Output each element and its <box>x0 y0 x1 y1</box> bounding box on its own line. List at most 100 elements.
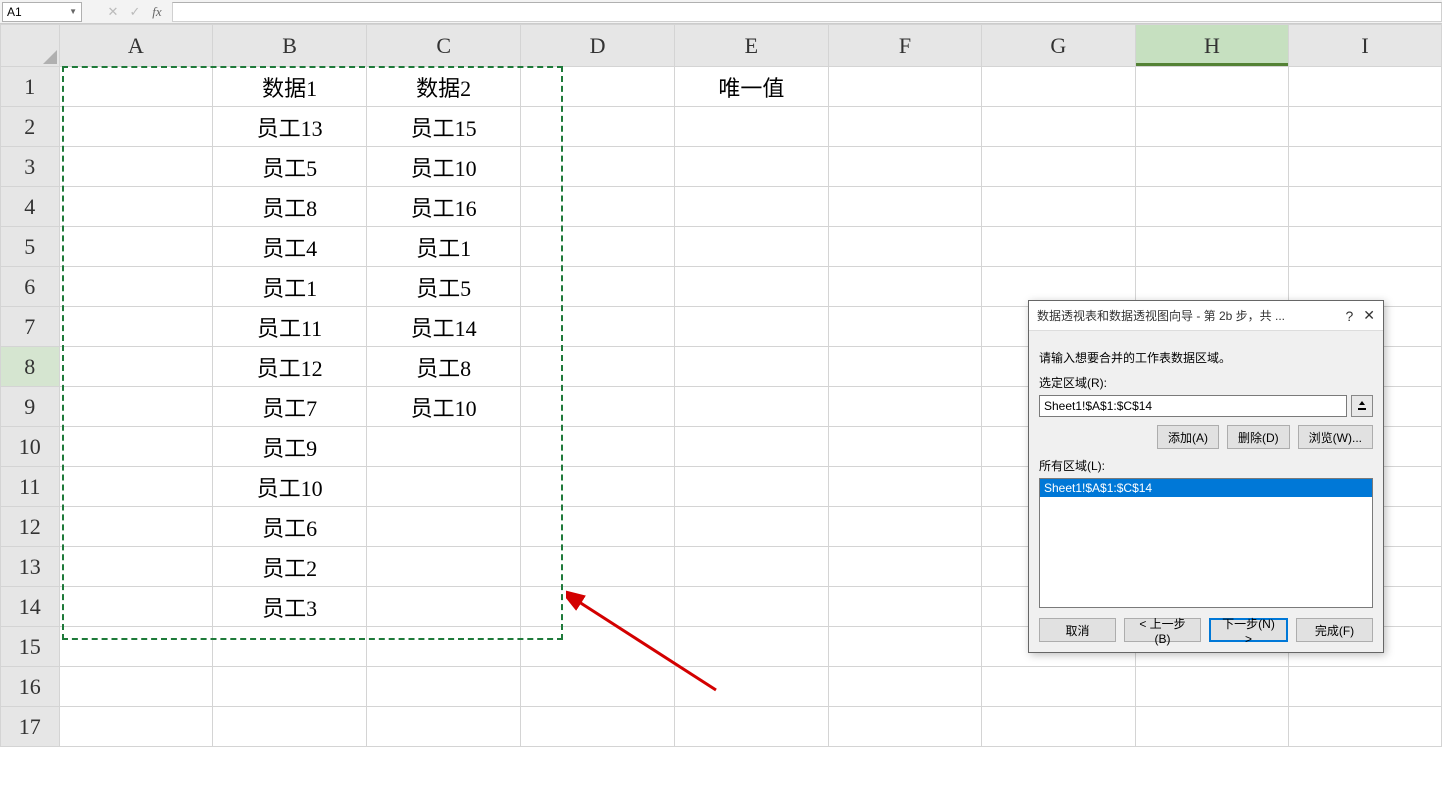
cell-F1[interactable] <box>828 67 981 107</box>
cell-D14[interactable] <box>521 587 675 627</box>
row-header-8[interactable]: 8 <box>1 347 60 387</box>
column-header-I[interactable]: I <box>1289 25 1442 67</box>
cell-H3[interactable] <box>1135 147 1289 187</box>
row-header-14[interactable]: 14 <box>1 587 60 627</box>
row-header-1[interactable]: 1 <box>1 67 60 107</box>
cell-D15[interactable] <box>521 627 675 667</box>
cell-A12[interactable] <box>59 507 213 547</box>
name-box-dropdown-icon[interactable]: ▼ <box>69 7 77 16</box>
cell-F17[interactable] <box>828 707 981 747</box>
cell-F5[interactable] <box>828 227 981 267</box>
cell-E6[interactable] <box>674 267 828 307</box>
row-header-5[interactable]: 5 <box>1 227 60 267</box>
cell-I17[interactable] <box>1289 707 1442 747</box>
cell-B3[interactable]: 员工5 <box>213 147 367 187</box>
cell-F10[interactable] <box>828 427 981 467</box>
collapse-dialog-icon[interactable] <box>1351 395 1373 417</box>
cell-C17[interactable] <box>367 707 521 747</box>
dialog-help-icon[interactable]: ? <box>1345 308 1353 324</box>
cell-G16[interactable] <box>982 667 1136 707</box>
cell-A5[interactable] <box>59 227 213 267</box>
cell-I3[interactable] <box>1289 147 1442 187</box>
cell-B7[interactable]: 员工11 <box>213 307 367 347</box>
cell-H5[interactable] <box>1135 227 1289 267</box>
cell-E7[interactable] <box>674 307 828 347</box>
cell-D13[interactable] <box>521 547 675 587</box>
add-button[interactable]: 添加(A) <box>1157 425 1219 449</box>
cell-H4[interactable] <box>1135 187 1289 227</box>
cell-H1[interactable] <box>1135 67 1289 107</box>
cell-D17[interactable] <box>521 707 675 747</box>
select-all-corner[interactable] <box>1 25 60 67</box>
cell-A13[interactable] <box>59 547 213 587</box>
cell-E13[interactable] <box>674 547 828 587</box>
name-box[interactable]: A1 ▼ <box>2 2 82 22</box>
cell-E11[interactable] <box>674 467 828 507</box>
formula-input[interactable] <box>172 2 1442 22</box>
dialog-close-icon[interactable]: ✕ <box>1363 307 1375 324</box>
cell-G17[interactable] <box>982 707 1136 747</box>
cell-A11[interactable] <box>59 467 213 507</box>
column-header-A[interactable]: A <box>59 25 213 67</box>
cell-E16[interactable] <box>674 667 828 707</box>
cell-A17[interactable] <box>59 707 213 747</box>
cell-G1[interactable] <box>982 67 1136 107</box>
cell-A1[interactable] <box>59 67 213 107</box>
cell-F12[interactable] <box>828 507 981 547</box>
cell-H17[interactable] <box>1135 707 1289 747</box>
cell-B10[interactable]: 员工9 <box>213 427 367 467</box>
back-button[interactable]: < 上一步(B) <box>1124 618 1201 642</box>
cell-C15[interactable] <box>367 627 521 667</box>
dialog-titlebar[interactable]: 数据透视表和数据透视图向导 - 第 2b 步，共 ... ? ✕ <box>1029 301 1383 331</box>
cell-C5[interactable]: 员工1 <box>367 227 521 267</box>
cell-E4[interactable] <box>674 187 828 227</box>
cell-G3[interactable] <box>982 147 1136 187</box>
cell-I16[interactable] <box>1289 667 1442 707</box>
row-header-17[interactable]: 17 <box>1 707 60 747</box>
cell-C13[interactable] <box>367 547 521 587</box>
cell-F8[interactable] <box>828 347 981 387</box>
row-header-4[interactable]: 4 <box>1 187 60 227</box>
row-header-6[interactable]: 6 <box>1 267 60 307</box>
cell-I1[interactable] <box>1289 67 1442 107</box>
browse-button[interactable]: 浏览(W)... <box>1298 425 1373 449</box>
cell-F3[interactable] <box>828 147 981 187</box>
column-header-E[interactable]: E <box>674 25 828 67</box>
cell-E9[interactable] <box>674 387 828 427</box>
column-header-H[interactable]: H <box>1135 25 1289 67</box>
cell-A7[interactable] <box>59 307 213 347</box>
row-header-15[interactable]: 15 <box>1 627 60 667</box>
cell-E15[interactable] <box>674 627 828 667</box>
cell-C2[interactable]: 员工15 <box>367 107 521 147</box>
cell-A4[interactable] <box>59 187 213 227</box>
cell-G5[interactable] <box>982 227 1136 267</box>
cell-D9[interactable] <box>521 387 675 427</box>
cell-A16[interactable] <box>59 667 213 707</box>
cell-D7[interactable] <box>521 307 675 347</box>
cell-B2[interactable]: 员工13 <box>213 107 367 147</box>
row-header-9[interactable]: 9 <box>1 387 60 427</box>
cell-E1[interactable]: 唯一值 <box>674 67 828 107</box>
row-header-10[interactable]: 10 <box>1 427 60 467</box>
cell-F15[interactable] <box>828 627 981 667</box>
cell-I4[interactable] <box>1289 187 1442 227</box>
cell-A15[interactable] <box>59 627 213 667</box>
cell-E3[interactable] <box>674 147 828 187</box>
cell-H2[interactable] <box>1135 107 1289 147</box>
cell-F7[interactable] <box>828 307 981 347</box>
cell-D16[interactable] <box>521 667 675 707</box>
cell-F11[interactable] <box>828 467 981 507</box>
cell-D8[interactable] <box>521 347 675 387</box>
cell-C4[interactable]: 员工16 <box>367 187 521 227</box>
row-header-3[interactable]: 3 <box>1 147 60 187</box>
cell-D12[interactable] <box>521 507 675 547</box>
cell-D1[interactable] <box>521 67 675 107</box>
cell-B16[interactable] <box>213 667 367 707</box>
cell-D6[interactable] <box>521 267 675 307</box>
cell-A2[interactable] <box>59 107 213 147</box>
cell-C7[interactable]: 员工14 <box>367 307 521 347</box>
column-header-D[interactable]: D <box>521 25 675 67</box>
fx-icon[interactable]: fx <box>146 2 168 22</box>
cell-A9[interactable] <box>59 387 213 427</box>
cell-G2[interactable] <box>982 107 1136 147</box>
